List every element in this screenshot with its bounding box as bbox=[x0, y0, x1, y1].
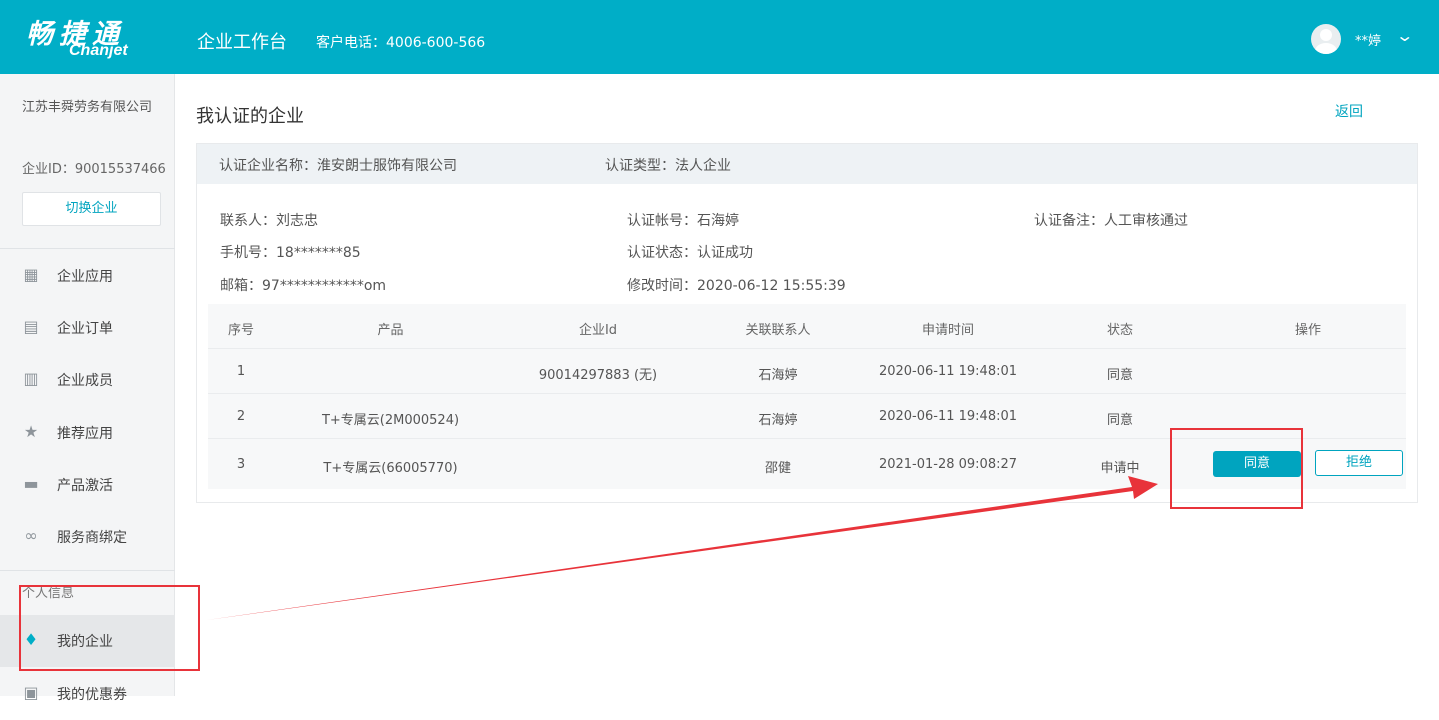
status-cell: 同意 bbox=[1106, 368, 1133, 383]
logo-en-text: Chanjet bbox=[69, 42, 128, 59]
sidebar-item-label: 服务商绑定 bbox=[57, 530, 127, 546]
certification-account: 认证帐号：石海婷 bbox=[627, 213, 739, 229]
column-header: 序号 bbox=[227, 323, 254, 338]
column-header: 状态 bbox=[1106, 323, 1133, 338]
card-header: 认证企业名称：淮安朗士服饰有限公司 认证类型：法人企业 bbox=[197, 144, 1417, 184]
apply-time-cell: 2020-06-11 19:48:01 bbox=[878, 364, 1018, 379]
sidebar-item-label: 推荐应用 bbox=[57, 426, 113, 442]
star-icon: ★ bbox=[23, 422, 39, 441]
sidebar-item-members[interactable]: ▥ 企业成员 bbox=[0, 354, 175, 406]
table-row: 1 90014297883 (无) 石海婷 2020-06-11 19:48:0… bbox=[208, 349, 1406, 394]
annotation-box-agree bbox=[1170, 428, 1303, 509]
sidebar-divider bbox=[0, 248, 175, 249]
sidebar-item-my-coupons[interactable]: ▣ 我的优惠券 bbox=[0, 668, 175, 720]
contact-cell: 邵健 bbox=[764, 461, 791, 476]
table-header-row: 序号 产品 企业Id 关联联系人 申请时间 状态 操作 bbox=[208, 304, 1406, 349]
sidebar-item-apps[interactable]: ▦ 企业应用 bbox=[0, 250, 175, 302]
contact-cell: 石海婷 bbox=[758, 368, 798, 383]
mobile-number: 手机号：18*******85 bbox=[220, 245, 361, 261]
column-header: 产品 bbox=[377, 323, 404, 338]
page-title: 我认证的企业 bbox=[196, 106, 304, 127]
column-header: 操作 bbox=[1294, 323, 1321, 338]
certified-company-name: 认证企业名称：淮安朗士服饰有限公司 bbox=[219, 158, 457, 174]
row-number: 3 bbox=[236, 457, 246, 472]
ticket-icon: ▬ bbox=[23, 474, 39, 493]
apply-time-cell: 2020-06-11 19:48:01 bbox=[878, 409, 1018, 424]
email: 邮箱：97************om bbox=[220, 278, 387, 294]
sidebar-item-label: 企业应用 bbox=[57, 269, 113, 285]
apps-icon: ▦ bbox=[23, 265, 39, 284]
reject-button[interactable]: 拒绝 bbox=[1315, 450, 1403, 476]
certification-type: 认证类型：法人企业 bbox=[605, 158, 731, 174]
clipboard-icon: ▤ bbox=[23, 317, 39, 336]
sidebar-divider bbox=[0, 570, 175, 571]
avatar[interactable] bbox=[1311, 24, 1341, 54]
sidebar-item-recommended[interactable]: ★ 推荐应用 bbox=[0, 407, 175, 459]
sidebar-item-label: 我的优惠券 bbox=[57, 687, 127, 703]
company-id: 企业ID：90015537466 bbox=[22, 162, 166, 177]
column-header: 关联联系人 bbox=[745, 323, 811, 338]
customer-phone: 客户电话：4006-600-566 bbox=[316, 35, 486, 51]
product-cell: T+专属云(66005770) bbox=[323, 461, 458, 476]
enterprise-id-cell: 90014297883 (无) bbox=[538, 368, 658, 383]
switch-company-button[interactable]: 切换企业 bbox=[22, 192, 161, 226]
chanjet-logo[interactable]: 畅捷通 Chanjet bbox=[26, 12, 156, 62]
status-cell: 申请中 bbox=[1100, 461, 1140, 476]
link-icon: ∞ bbox=[24, 526, 38, 545]
sidebar-item-label: 产品激活 bbox=[57, 478, 113, 494]
status-cell: 同意 bbox=[1106, 413, 1133, 428]
company-name: 江苏丰舜劳务有限公司 bbox=[22, 100, 153, 115]
product-cell: T+专属云(2M000524) bbox=[321, 413, 460, 428]
sidebar-item-label: 企业成员 bbox=[57, 373, 113, 389]
sidebar-item-provider-binding[interactable]: ∞ 服务商绑定 bbox=[0, 511, 175, 563]
modified-time: 修改时间：2020-06-12 15:55:39 bbox=[627, 278, 846, 294]
apply-time-cell: 2021-01-28 09:08:27 bbox=[878, 457, 1018, 472]
column-header: 申请时间 bbox=[921, 323, 974, 338]
contact-person: 联系人：刘志忠 bbox=[220, 213, 318, 229]
annotation-box-my-company bbox=[19, 585, 200, 671]
certification-remark: 认证备注：人工审核通过 bbox=[1034, 213, 1188, 229]
certification-status: 认证状态：认证成功 bbox=[627, 245, 753, 261]
sidebar-item-activation[interactable]: ▬ 产品激活 bbox=[0, 459, 175, 511]
username[interactable]: **婷 bbox=[1355, 30, 1381, 49]
row-number: 2 bbox=[236, 409, 246, 424]
app-title: 企业工作台 bbox=[197, 32, 287, 53]
row-number: 1 bbox=[236, 364, 246, 379]
back-link[interactable]: 返回 bbox=[1335, 101, 1363, 121]
coupon-icon: ▣ bbox=[23, 683, 39, 702]
top-header: 畅捷通 Chanjet 企业工作台 客户电话：4006-600-566 **婷 … bbox=[0, 0, 1439, 74]
sidebar-item-orders[interactable]: ▤ 企业订单 bbox=[0, 302, 175, 354]
building-icon: ▥ bbox=[23, 369, 39, 388]
sidebar-item-label: 企业订单 bbox=[57, 321, 113, 337]
contact-cell: 石海婷 bbox=[758, 413, 798, 428]
chevron-down-icon[interactable]: ⌄ bbox=[1395, 26, 1414, 45]
column-header: 企业Id bbox=[578, 323, 618, 338]
